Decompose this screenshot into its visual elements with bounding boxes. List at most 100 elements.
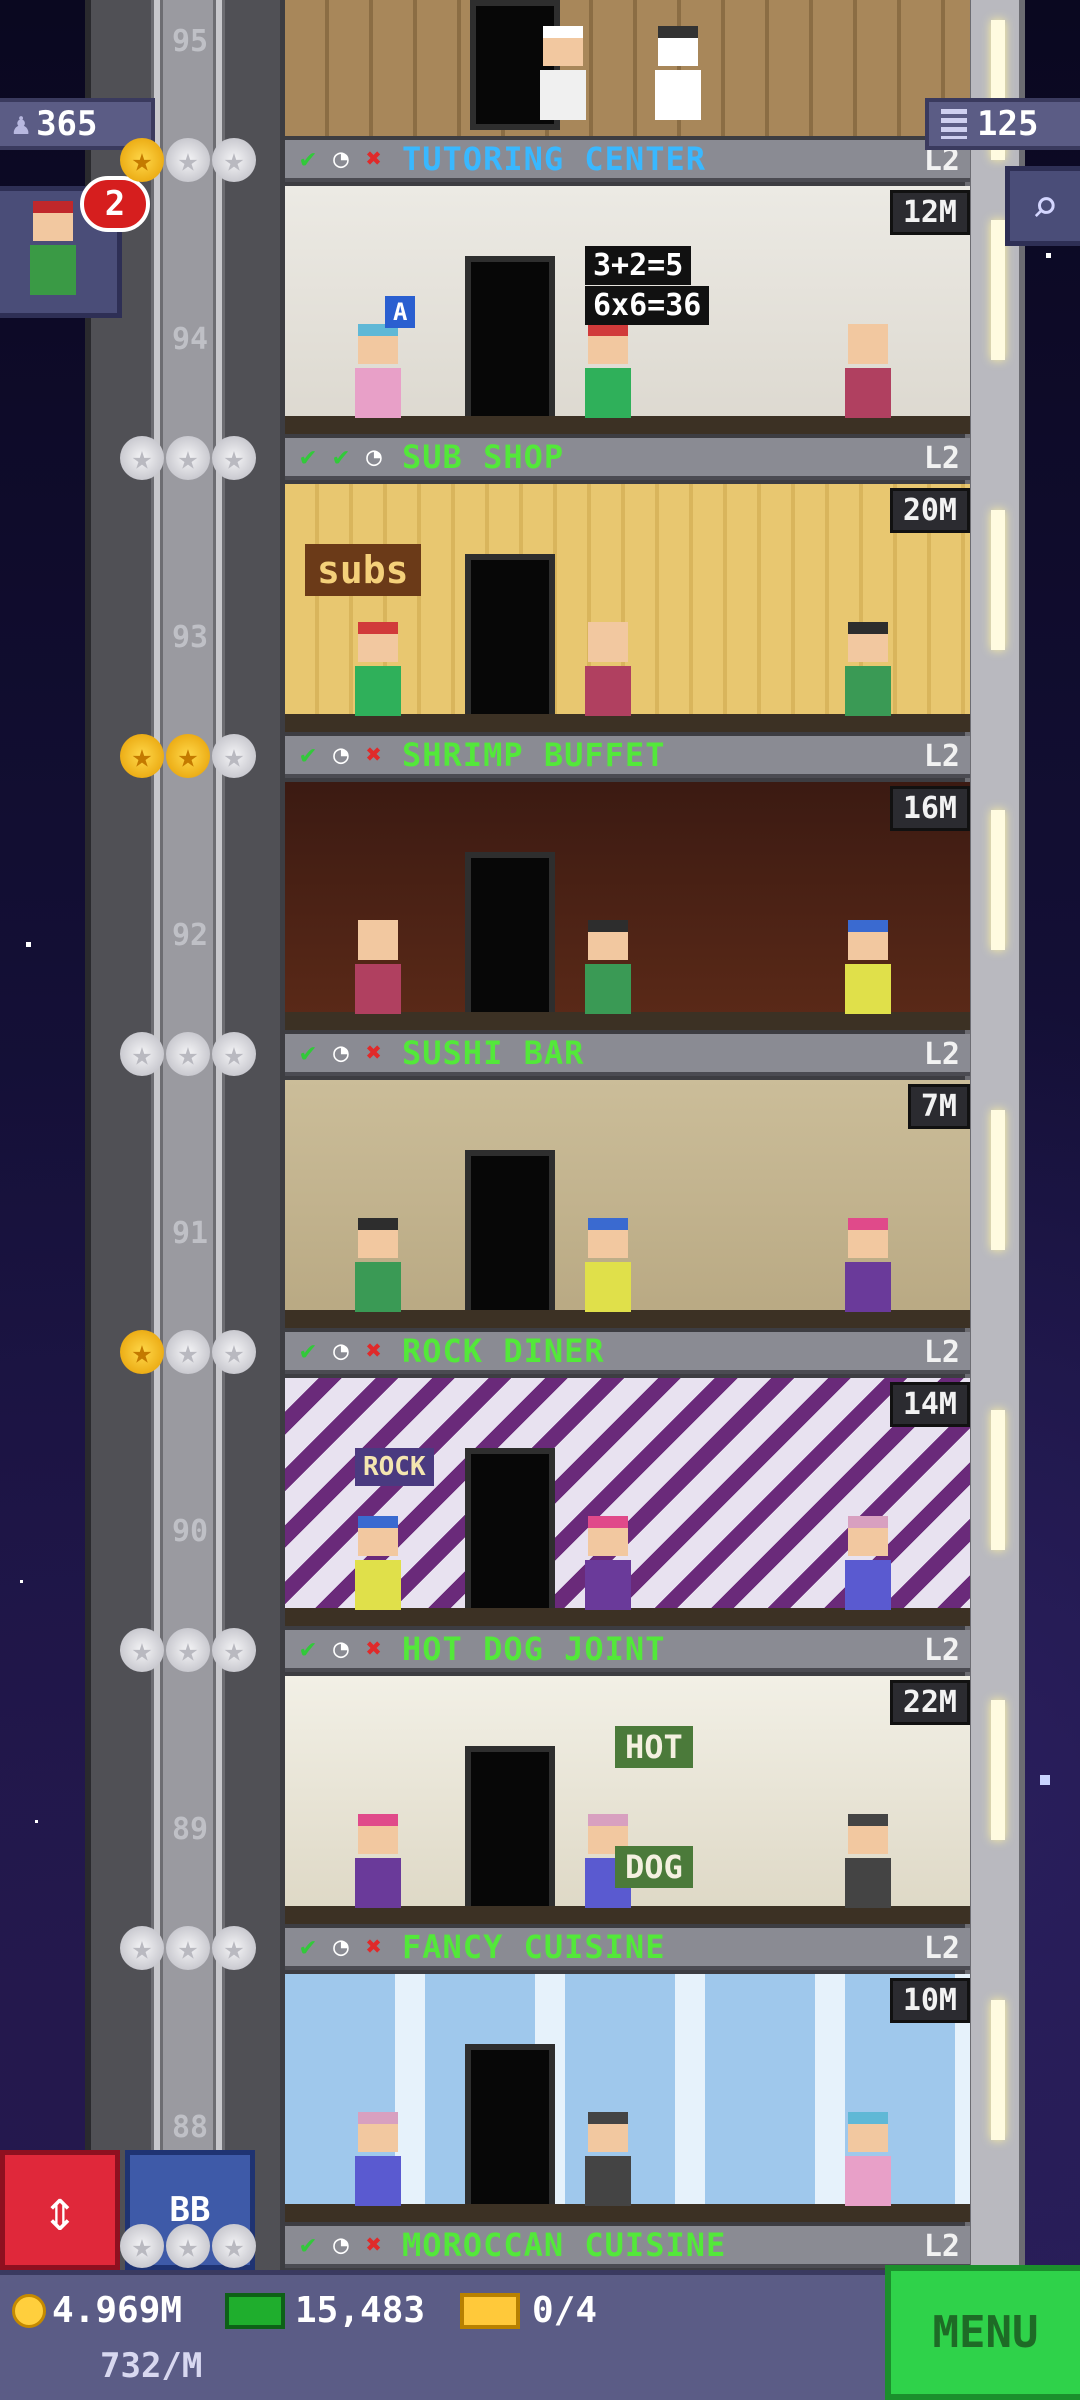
room-interior xyxy=(285,1974,970,2222)
floor-name: ROCK DINER xyxy=(402,1332,605,1370)
floor-moroccan-cuisine[interactable]: ✔ ◔ ✖ MOROCCAN CUISINE L2 xyxy=(285,2226,970,2270)
poster-label: A xyxy=(385,296,416,328)
floor-header: ✔ ◔ ✖ MOROCCAN CUISINE L2 xyxy=(285,2226,970,2268)
floor-star-rating: ★ ★ ★ xyxy=(120,2224,256,2268)
shaft-floor-number: 92 xyxy=(171,918,209,953)
floor-price-tag: 16M xyxy=(889,786,970,831)
floor-name: SUSHI BAR xyxy=(402,1034,585,1072)
partial-top-floor[interactable] xyxy=(285,0,970,140)
shaft-floor-number: 89 xyxy=(171,1812,209,1847)
floor-level: L2 xyxy=(923,739,960,774)
room-interior: 3+2=5 6x6=36 A xyxy=(285,186,970,434)
income-rate: 732/M xyxy=(100,2346,203,2386)
floor-sushi-bar[interactable]: ✔ ◔ ✖ SUSHI BAR L2 7M xyxy=(285,1034,970,1332)
gold-star-icon: ★ xyxy=(120,1330,164,1374)
person-icon: ♟ xyxy=(12,106,31,142)
room-door xyxy=(465,2044,555,2214)
visitor-sprite xyxy=(585,324,631,420)
floor-level: L2 xyxy=(923,2229,960,2264)
visitor-sprite xyxy=(845,622,891,718)
visitor-sprite xyxy=(540,26,586,122)
floor-star-rating: ★ ★ ★ xyxy=(120,1330,256,1374)
room-interior: ROCK xyxy=(285,1378,970,1626)
visitor-sprite xyxy=(845,324,891,420)
x-icon: ✖ xyxy=(366,1932,382,1962)
floor-header: ✔ ◔ ✖ SUSHI BAR L2 xyxy=(285,1034,970,1076)
floor-price-tag: 7M xyxy=(907,1084,970,1129)
floor-star-rating: ★ ★ ★ xyxy=(120,436,256,480)
floor-count-value: 125 xyxy=(977,104,1039,144)
floor-header: ✔ ◔ ✖ FANCY CUISINE L2 xyxy=(285,1928,970,1970)
floor-name: HOT DOG JOINT xyxy=(402,1630,666,1668)
check-icon: ✔ xyxy=(300,2230,316,2260)
coin-icon xyxy=(12,2293,46,2328)
search-button[interactable]: ⌕ xyxy=(1005,166,1080,246)
floor-header: ✔ ◔ ✖ TUTORING CENTER L2 xyxy=(285,140,970,182)
wall-light xyxy=(991,220,1005,360)
room-door xyxy=(465,554,555,724)
floor-shrimp-buffet[interactable]: ✔ ◔ ✖ SHRIMP BUFFET L2 16M xyxy=(285,736,970,1034)
visitor-sprite xyxy=(355,1814,401,1910)
silver-star-icon: ★ xyxy=(166,138,210,182)
building-icon xyxy=(941,109,967,139)
visitor-sprite xyxy=(355,324,401,420)
silver-star-icon: ★ xyxy=(212,1628,256,1672)
subs-sign: subs xyxy=(305,544,421,596)
floor-price-tag: 20M xyxy=(889,488,970,533)
elevator-button[interactable]: ⇕ xyxy=(0,2150,120,2270)
floor-rock-diner[interactable]: ✔ ◔ ✖ ROCK DINER L2 ROCK 14M xyxy=(285,1332,970,1630)
silver-star-icon: ★ xyxy=(212,1926,256,1970)
silver-star-icon: ★ xyxy=(212,2224,256,2268)
check-icon: ✔ xyxy=(300,442,316,472)
visitor-avatar xyxy=(30,201,76,297)
visitor-sprite xyxy=(355,622,401,718)
silver-star-icon: ★ xyxy=(120,2224,164,2268)
floor-level: L2 xyxy=(923,1335,960,1370)
silver-star-icon: ★ xyxy=(120,1032,164,1076)
floor-name: TUTORING CENTER xyxy=(402,140,706,178)
silver-star-icon: ★ xyxy=(212,734,256,778)
silver-star-icon: ★ xyxy=(212,1032,256,1076)
floor-name: SUB SHOP xyxy=(402,438,565,476)
floor-fancy-cuisine[interactable]: ✔ ◔ ✖ FANCY CUISINE L2 10M xyxy=(285,1928,970,2226)
room-interior xyxy=(285,1080,970,1328)
visitor-sprite xyxy=(585,622,631,718)
clock-icon: ◔ xyxy=(333,2230,349,2260)
check-icon: ✔ xyxy=(300,1932,316,1962)
floor-price-tag: 12M xyxy=(889,190,970,235)
check-icon: ✔ xyxy=(333,442,349,472)
clock-icon: ◔ xyxy=(333,1932,349,1962)
gold-star-icon: ★ xyxy=(166,734,210,778)
floor-level: L2 xyxy=(923,441,960,476)
menu-button[interactable]: MENU xyxy=(885,2265,1080,2400)
floor-tutoring-center[interactable]: ✔ ◔ ✖ TUTORING CENTER L2 3+2=5 6x6=36 A 12M xyxy=(285,140,970,438)
visitor-sprite xyxy=(355,1516,401,1612)
room-door xyxy=(465,1448,555,1618)
visitor-sprite xyxy=(845,1218,891,1314)
shaft-floor-number: 93 xyxy=(171,620,209,655)
gold-star-icon: ★ xyxy=(120,734,164,778)
visitor-sprite xyxy=(585,2112,631,2208)
bux-display: 15,483 xyxy=(225,2290,425,2331)
visitor-sprite xyxy=(585,1516,631,1612)
silver-star-icon: ★ xyxy=(120,1926,164,1970)
bux-value: 15,483 xyxy=(295,2290,426,2331)
x-icon: ✖ xyxy=(366,740,382,770)
room-door xyxy=(465,852,555,1022)
floor-sub-shop[interactable]: ✔ ✔ ◔ SUB SHOP L2 subs 20M xyxy=(285,438,970,736)
wall-light xyxy=(991,1410,1005,1550)
floor-counter[interactable]: 125 xyxy=(925,98,1080,150)
clock-icon: ◔ xyxy=(366,442,382,472)
silver-star-icon: ★ xyxy=(166,1330,210,1374)
room-interior: subs xyxy=(285,484,970,732)
room-interior xyxy=(285,782,970,1030)
x-icon: ✖ xyxy=(366,2230,382,2260)
check-icon: ✔ xyxy=(300,1634,316,1664)
coins-value: 4.969M xyxy=(52,2290,183,2331)
floor-level: L2 xyxy=(923,1931,960,1966)
chalkboard-line-2: 6x6=36 xyxy=(585,286,710,325)
floor-hot-dog-joint[interactable]: ✔ ◔ ✖ HOT DOG JOINT L2 HOT DOG 22M xyxy=(285,1630,970,1928)
visitor-sprite xyxy=(585,1218,631,1314)
room-door xyxy=(465,256,555,426)
floor-star-rating: ★ ★ ★ xyxy=(120,1926,256,1970)
